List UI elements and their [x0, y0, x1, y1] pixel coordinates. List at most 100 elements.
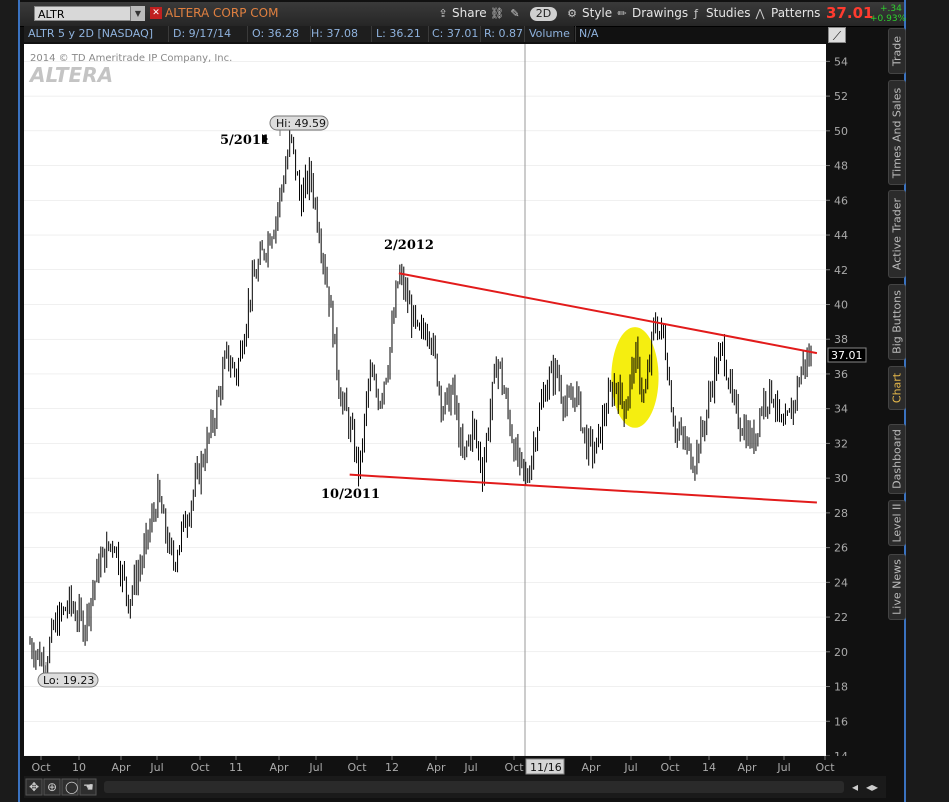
right-panel-strip[interactable]	[906, 0, 949, 802]
last-price-axis-label: 37.01	[831, 349, 863, 362]
range-value: R: 0.87	[480, 26, 525, 42]
tab-dashboard[interactable]: Dashboard	[888, 424, 906, 494]
x-tick-label: 11	[229, 761, 243, 774]
high-value: H: 37.08	[307, 26, 372, 42]
tab-label: Big Buttons	[890, 290, 904, 354]
chevron-down-icon[interactable]: ▼	[130, 6, 145, 21]
tab-label: Live News	[890, 559, 904, 615]
company-name: ALTERA CORP COM	[165, 6, 279, 20]
low-value: L: 36.21	[372, 26, 429, 42]
annotation-10-2011: 10/2011	[321, 487, 380, 502]
tab-active-trader[interactable]: Active Trader	[888, 190, 906, 278]
x-tick-label: Jul	[463, 761, 477, 774]
net-change: +.34	[880, 4, 902, 14]
y-tick-label: 52	[834, 90, 848, 103]
scroll-left-icon[interactable]: ◂	[852, 780, 858, 794]
y-tick-label: 48	[834, 160, 848, 173]
tab-label: Times And Sales	[890, 87, 904, 178]
clear-symbol-icon[interactable]: ✕	[150, 7, 162, 19]
x-tick-label: Apr	[426, 761, 446, 774]
open-value: O: 36.28	[248, 26, 311, 42]
style-button[interactable]: Style	[582, 5, 612, 22]
x-tick-label: Jul	[308, 761, 322, 774]
x-tick-label: Oct	[31, 761, 51, 774]
tab-trade[interactable]: Trade	[888, 28, 906, 74]
zoom-in-glyph: ⊕	[47, 780, 57, 794]
y-tick-label: 46	[834, 194, 848, 207]
patterns-icon[interactable]: ⋀	[753, 7, 767, 20]
y-tick-label: 28	[834, 507, 848, 520]
x-tick-label: Oct	[815, 761, 835, 774]
y-tick-label: 54	[834, 55, 848, 68]
left-panel-strip[interactable]	[0, 0, 19, 802]
volume-value: N/A	[579, 27, 599, 40]
x-tick-label: Oct	[347, 761, 367, 774]
scroll-right-icon[interactable]: ◂▸	[866, 780, 878, 794]
x-tick-label: Jul	[776, 761, 790, 774]
y-tick-label: 44	[834, 229, 848, 242]
drawings-button[interactable]: Drawings	[632, 5, 688, 22]
y-tick-label: 20	[834, 646, 848, 659]
time-axis[interactable]: Oct 10 Apr Jul Oct 11 Apr Jul Oct 12 Apr Jul Oct Apr J…	[24, 756, 886, 800]
price-axis[interactable]: 1416182022242628303234363840424446485052…	[826, 44, 888, 756]
x-tick-label: Apr	[737, 761, 757, 774]
percent-change: +0.93%	[870, 14, 907, 24]
tab-chart[interactable]: Chart	[888, 366, 906, 410]
hi-label: Hi: 49.59	[276, 117, 326, 130]
x-tick-label: Oct	[504, 761, 524, 774]
x-tick-label: Oct	[660, 761, 680, 774]
scrollbar-thumb[interactable]	[104, 781, 844, 793]
lo-label: Lo: 19.23	[43, 674, 94, 687]
tab-label: Level II	[890, 503, 904, 543]
x-tick-label: 12	[385, 761, 399, 774]
share-button[interactable]: Share	[452, 5, 487, 22]
x-tick-label: Jul	[149, 761, 163, 774]
tab-big-buttons[interactable]: Big Buttons	[888, 284, 906, 360]
tab-live-news[interactable]: Live News	[888, 554, 906, 620]
price-chart[interactable]: 2014 © TD Ameritrade IP Company, Inc. AL…	[24, 44, 826, 756]
share-icon[interactable]: ⇪	[436, 7, 450, 20]
patterns-button[interactable]: Patterns	[771, 5, 820, 22]
y-tick-label: 16	[834, 715, 848, 728]
tab-label: Active Trader	[890, 197, 904, 271]
x-tick-label: Apr	[269, 761, 289, 774]
tab-times-and-sales[interactable]: Times And Sales	[888, 80, 906, 185]
close-value: C: 37.01	[428, 26, 481, 42]
volume-label: Volume	[525, 26, 576, 42]
y-tick-label: 50	[834, 125, 848, 138]
chart-title: ALTR 5 y 2D [NASDAQ]	[24, 26, 169, 42]
y-tick-label: 38	[834, 333, 848, 346]
chart-background	[24, 44, 826, 756]
y-tick-label: 42	[834, 264, 848, 277]
style-icon[interactable]: ⚙	[565, 7, 579, 20]
tab-level-ii[interactable]: Level II	[888, 500, 906, 546]
side-tabs: Trade Times And Sales Active Trader Big …	[888, 28, 908, 628]
symbol-input[interactable]: ALTR	[34, 6, 144, 21]
tab-label: Trade	[890, 35, 904, 67]
y-tick-label: 22	[834, 611, 848, 624]
chart-settings-icon[interactable]: ⟋	[828, 27, 846, 43]
y-tick-label: 34	[834, 403, 848, 416]
x-tick-label: 14	[702, 761, 716, 774]
studies-button[interactable]: Studies	[706, 5, 751, 22]
y-tick-label: 30	[834, 472, 848, 485]
tab-label: Chart	[890, 372, 904, 404]
x-tick-label: Apr	[581, 761, 601, 774]
studies-icon[interactable]: ƒ	[689, 7, 703, 20]
y-tick-label: 32	[834, 437, 848, 450]
x-tick-label: Jul	[623, 761, 637, 774]
annotation-2-2012: 2/2012	[384, 238, 434, 253]
zoom-out-glyph: ◯	[65, 780, 78, 794]
tab-label: Dashboard	[890, 429, 904, 489]
y-tick-label: 36	[834, 368, 848, 381]
crosshair-icon[interactable]: ✎	[508, 7, 522, 20]
date-value: D: 9/17/14	[169, 26, 248, 42]
link-icon[interactable]: ⛓	[490, 7, 504, 20]
x-tick-label: Oct	[190, 761, 210, 774]
drawings-icon[interactable]: ✏	[615, 7, 629, 20]
cursor-date-label: 11/16	[530, 761, 562, 774]
y-tick-label: 18	[834, 681, 848, 694]
aggregation-button[interactable]: 2D	[530, 7, 557, 21]
pan-glyph: ☚	[83, 780, 94, 794]
x-tick-label: Apr	[111, 761, 131, 774]
